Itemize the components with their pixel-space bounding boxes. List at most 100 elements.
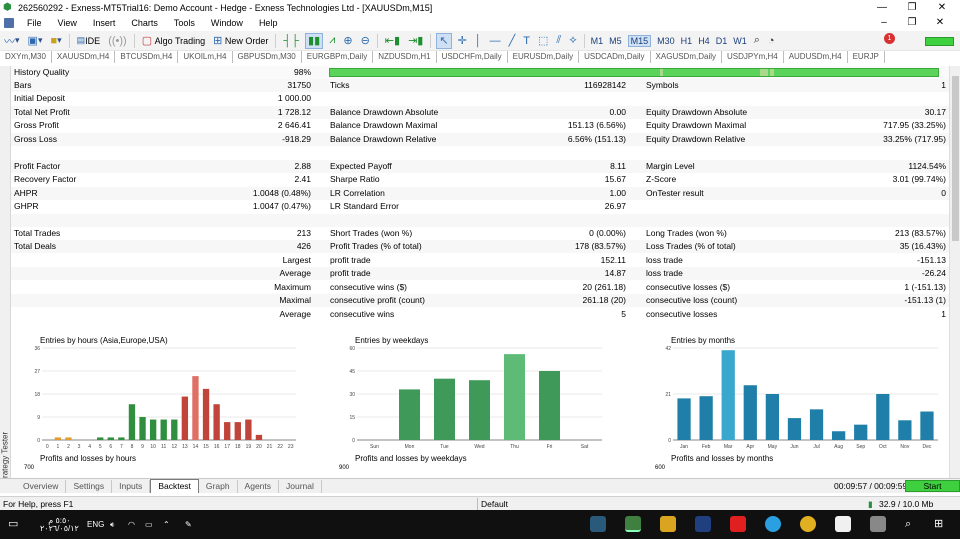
templates-button[interactable]: ▣ ▾ bbox=[26, 33, 45, 49]
menu-file[interactable]: File bbox=[19, 15, 50, 31]
tab-inputs[interactable]: Inputs bbox=[112, 480, 151, 493]
menu-tools[interactable]: Tools bbox=[166, 15, 203, 31]
text-tool[interactable]: T bbox=[521, 33, 532, 49]
search-button[interactable]: ⌕ bbox=[752, 33, 762, 49]
tab-agents[interactable]: Agents bbox=[238, 480, 280, 493]
profiles-button[interactable]: ■ ▾ bbox=[48, 33, 63, 49]
telegram-app-icon[interactable] bbox=[765, 516, 781, 532]
word-app-icon[interactable] bbox=[695, 516, 711, 532]
stat-label: loss trade bbox=[646, 268, 683, 279]
file-explorer-app-icon[interactable] bbox=[870, 516, 886, 532]
settings-app-icon[interactable] bbox=[590, 516, 606, 532]
language-indicator[interactable]: ENG bbox=[87, 517, 104, 532]
close-button[interactable]: ✕ bbox=[927, 0, 957, 15]
profile-name[interactable]: Default bbox=[477, 498, 508, 510]
tf-h4[interactable]: H4 bbox=[698, 36, 710, 46]
chart-type-button[interactable]: 〰 ▾ bbox=[2, 33, 22, 49]
search-icon[interactable]: ⌕ bbox=[905, 517, 911, 532]
menu-window[interactable]: Window bbox=[203, 15, 251, 31]
x-tick-label: Nov bbox=[900, 444, 909, 450]
tf-m15[interactable]: M15 bbox=[627, 34, 652, 47]
chart-tab[interactable]: DXYm,M30 bbox=[0, 51, 52, 63]
youtube-app-icon[interactable] bbox=[730, 516, 746, 532]
trendline-tool[interactable]: ╱ bbox=[507, 33, 518, 49]
chart-tab[interactable]: USDCHFm,Daily bbox=[437, 51, 508, 63]
tab-backtest[interactable]: Backtest bbox=[150, 479, 199, 493]
windows-start-icon[interactable]: ⊞ bbox=[934, 517, 943, 532]
ide-button[interactable]: ▤ IDE bbox=[75, 33, 103, 49]
zoom-in-button[interactable]: ⊕ bbox=[341, 33, 354, 49]
chart-shift-button[interactable]: ⇤▮ bbox=[383, 33, 402, 49]
stat-value: 1 000.00 bbox=[277, 93, 311, 104]
show-hidden-icons-icon[interactable]: ⌃ bbox=[163, 517, 170, 532]
vertical-line-tool[interactable]: │ bbox=[473, 33, 484, 49]
tab-journal[interactable]: Journal bbox=[279, 480, 322, 493]
tab-overview[interactable]: Overview bbox=[16, 480, 67, 493]
tf-w1[interactable]: W1 bbox=[733, 36, 747, 46]
chrome-app-icon[interactable] bbox=[800, 516, 816, 532]
y-tick-label: 27 bbox=[34, 369, 40, 375]
stat-label: Long Trades (won %) bbox=[646, 227, 727, 238]
tf-m5[interactable]: M5 bbox=[609, 36, 622, 46]
wifi-icon[interactable]: ◠ bbox=[128, 517, 135, 532]
mdi-close-button[interactable]: ✕ bbox=[926, 15, 954, 31]
x-tick-label: 22 bbox=[277, 444, 283, 450]
mdi-minimize-button[interactable]: – bbox=[870, 15, 898, 31]
alerts-button[interactable]: ◔ bbox=[766, 33, 777, 49]
fibo-icon: ⟡ bbox=[569, 34, 577, 46]
menu-help[interactable]: Help bbox=[251, 15, 286, 31]
chart-tab[interactable]: EURUSDm,Daily bbox=[508, 51, 580, 63]
chart-bar bbox=[65, 437, 72, 440]
bar-chart-button[interactable]: ┤├ bbox=[281, 33, 301, 49]
chart-tab[interactable]: UKOILm,H4 bbox=[178, 51, 233, 63]
horizontal-line-tool[interactable]: — bbox=[488, 33, 503, 49]
channel-tool[interactable]: ⫽ bbox=[554, 33, 563, 49]
algo-trading-button[interactable]: ▢ Algo Trading bbox=[140, 33, 207, 49]
autoscroll-button[interactable]: ⇥▮ bbox=[406, 33, 425, 49]
start-button[interactable]: Start bbox=[905, 480, 960, 492]
metatrader-logo-icon: ⬢ bbox=[3, 2, 12, 13]
tf-m30[interactable]: M30 bbox=[657, 36, 675, 46]
tab-settings[interactable]: Settings bbox=[66, 480, 113, 493]
chart-tab[interactable]: AUDUSDm,H4 bbox=[784, 51, 848, 63]
metatrader-app-icon[interactable] bbox=[625, 516, 641, 532]
battery-icon[interactable]: ▭ bbox=[145, 517, 153, 532]
chart-tab[interactable]: GBPUSDm,M30 bbox=[233, 51, 302, 63]
minimize-button[interactable]: — bbox=[867, 0, 897, 15]
tf-d1[interactable]: D1 bbox=[716, 36, 728, 46]
zoom-out-button[interactable]: ⊖ bbox=[359, 33, 372, 49]
chart-tab[interactable]: USDJPYm,H4 bbox=[722, 51, 784, 63]
signals-button[interactable]: ((•)) bbox=[106, 33, 129, 49]
chart-tab[interactable]: USDCADm,Daily bbox=[579, 51, 651, 63]
shapes-tool[interactable]: ⬚ bbox=[536, 33, 550, 49]
volume-icon[interactable]: 🔉︎ bbox=[110, 517, 115, 532]
menu-view[interactable]: View bbox=[50, 15, 85, 31]
report-scrollbar[interactable] bbox=[949, 66, 960, 478]
chart-tab[interactable]: XAGUSDm,Daily bbox=[651, 51, 722, 63]
candlestick-button[interactable]: ▮▮ bbox=[305, 32, 324, 49]
photos-app-icon[interactable] bbox=[835, 516, 851, 532]
mdi-restore-button[interactable]: ❐ bbox=[898, 15, 926, 31]
menu-charts[interactable]: Charts bbox=[123, 15, 166, 31]
slides-app-icon[interactable] bbox=[660, 516, 676, 532]
line-button[interactable]: ⩘ bbox=[327, 33, 337, 49]
y-tick-label: 21 bbox=[665, 392, 671, 398]
new-order-button[interactable]: ⊞ New Order bbox=[211, 33, 270, 49]
menu-insert[interactable]: Insert bbox=[85, 15, 124, 31]
cursor-tool[interactable]: ↖ bbox=[436, 32, 452, 49]
pen-icon[interactable]: ✎ bbox=[185, 517, 192, 532]
chart-tab[interactable]: BTCUSDm,H4 bbox=[115, 51, 179, 63]
tf-h1[interactable]: H1 bbox=[681, 36, 693, 46]
crosshair-tool[interactable]: ✛ bbox=[456, 33, 469, 49]
notification-icon[interactable]: ▭ bbox=[8, 517, 18, 532]
taskbar-clock[interactable]: ٥:٥٠ م ٢٠٢٦/٠٥/١٢ bbox=[40, 517, 79, 533]
chart-tab[interactable]: XAUUSDm,H4 bbox=[52, 51, 116, 63]
chart-tab[interactable]: EURJP bbox=[848, 51, 885, 63]
tab-graph[interactable]: Graph bbox=[199, 480, 238, 493]
chart-tab[interactable]: NZDUSDm,H1 bbox=[373, 51, 437, 63]
tf-m1[interactable]: M1 bbox=[591, 36, 604, 46]
scrollbar-thumb[interactable] bbox=[952, 76, 959, 241]
chart-tab[interactable]: EURGBPm,Daily bbox=[302, 51, 374, 63]
maximize-button[interactable]: ❐ bbox=[897, 0, 927, 15]
fibo-tool[interactable]: ⟡ bbox=[567, 33, 578, 49]
